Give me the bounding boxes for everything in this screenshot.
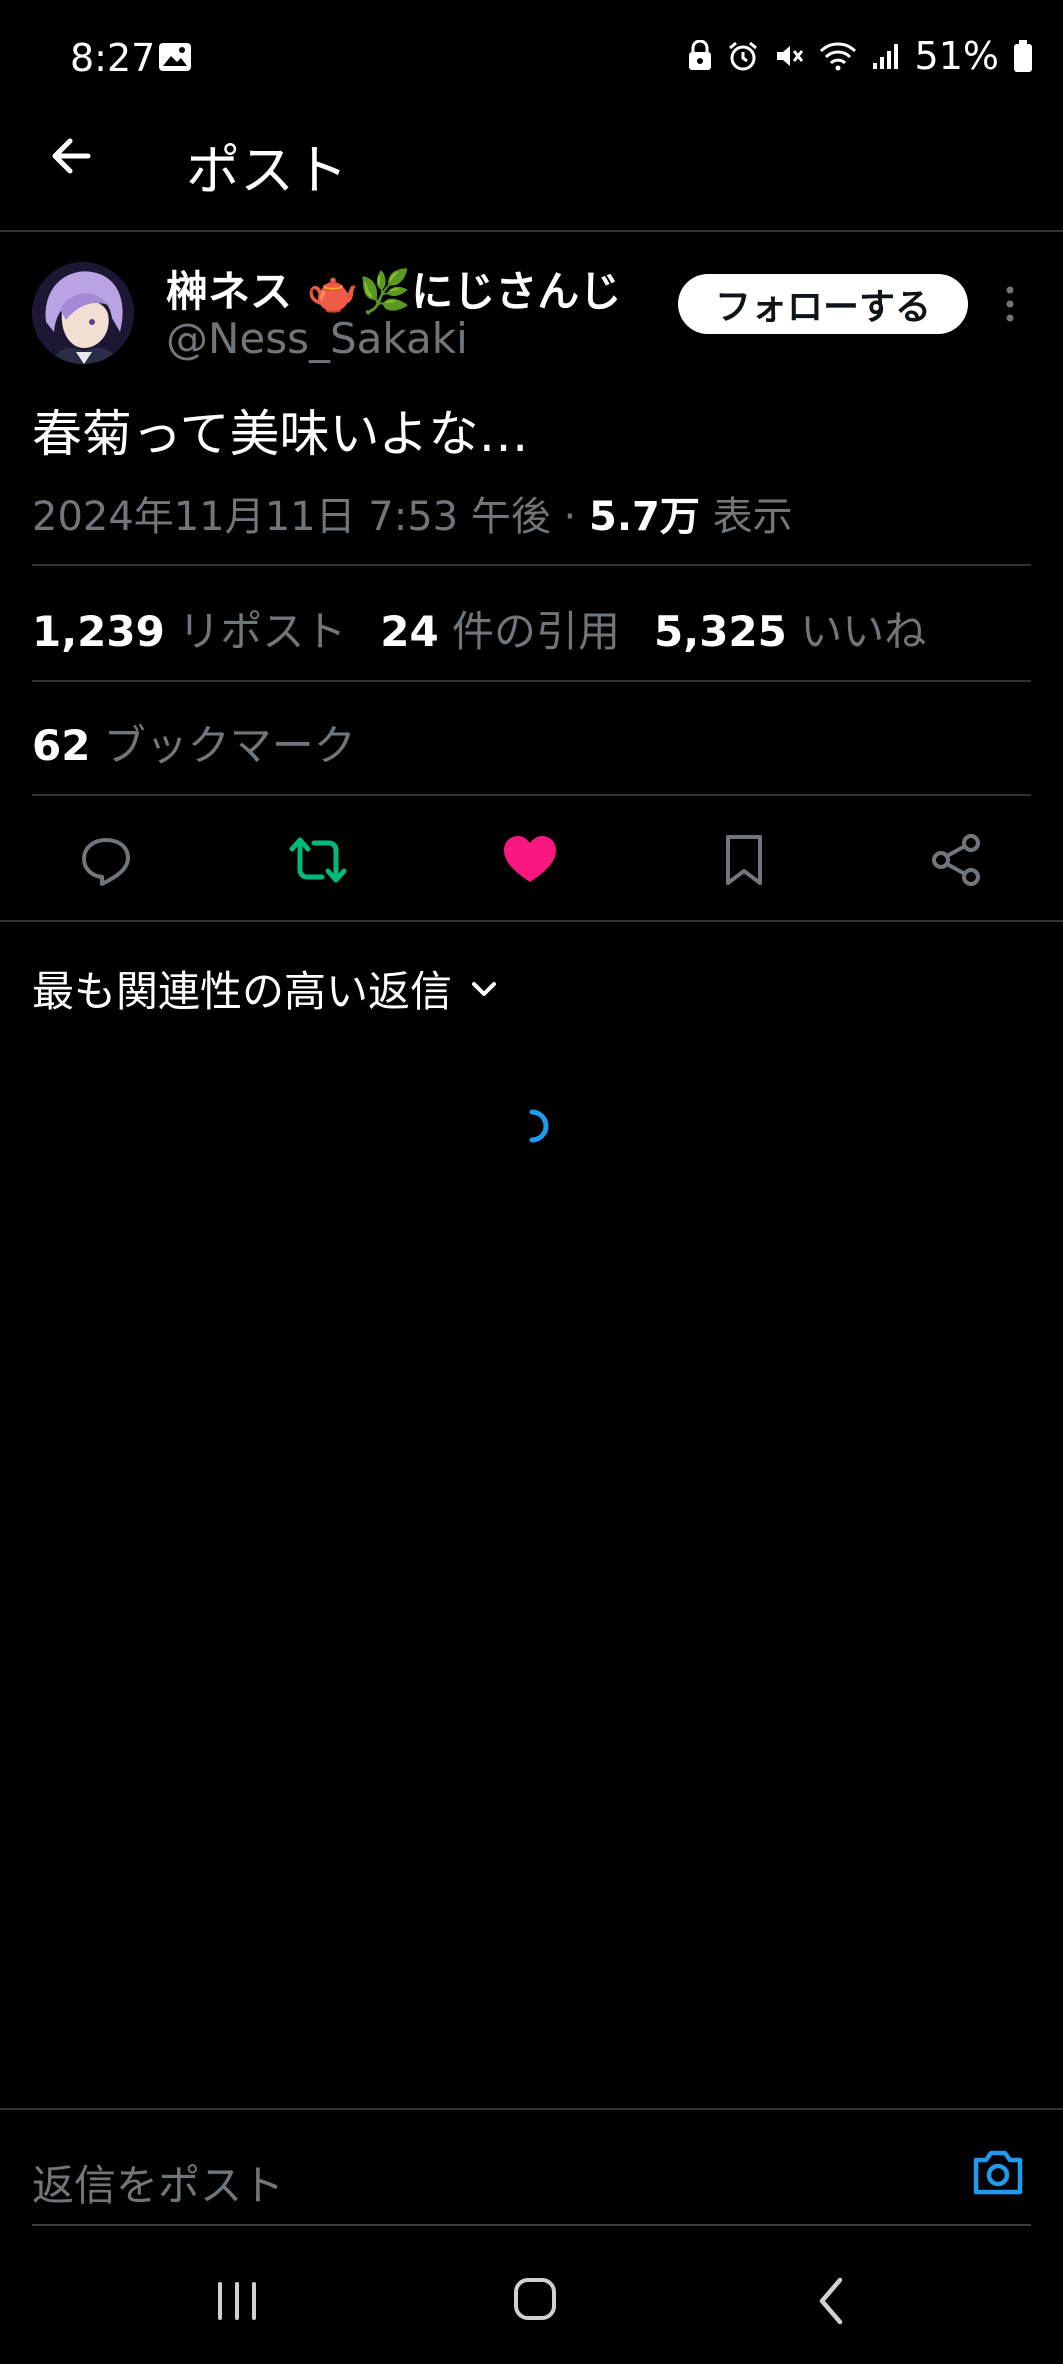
mute-icon [773,40,805,72]
page-title: ポスト [186,139,348,202]
quotes-label: 件の引用 [438,607,621,656]
quotes-stat[interactable]: 24 件の引用 [380,607,620,656]
reply-input[interactable]: 返信をポスト [32,2152,284,2213]
post-meta: 2024年11月11日 7:53 午後 · 5.7万 表示 [32,484,793,542]
reposts-count: 1,239 [32,607,165,656]
arrow-left-icon [52,138,91,174]
signal-icon [871,41,901,71]
user-handle[interactable]: @Ness_Sakaki [166,314,468,363]
post-text: 春菊って美味いよな… [32,405,529,463]
reply-icon [82,838,130,886]
likes-stat[interactable]: 5,325 いいね [654,607,926,656]
reposts-stat[interactable]: 1,239 リポスト [32,607,346,656]
battery-percent: 51% [914,34,999,78]
alarm-icon [727,40,759,72]
battery-icon [1013,39,1033,73]
quotes-count: 24 [380,607,439,656]
status-icons: 51% [687,34,1033,78]
camera-icon [973,2150,1023,2195]
display-name[interactable]: 榊ネス 🫖🌿にじさんじ [166,258,621,319]
status-time: 8:27 [70,36,156,80]
system-back-button[interactable] [812,2276,852,2326]
reply-button[interactable] [76,830,136,890]
reposts-label: リポスト [164,607,347,656]
likes-count: 5,325 [654,607,787,656]
likes-label: いいね [786,607,927,656]
post-timestamp[interactable]: 2024年11月11日 7:53 午後 · [32,494,589,540]
reply-sort-selector[interactable]: 最も関連性の高い返信 [32,958,498,1019]
avatar[interactable] [32,262,134,364]
loading-spinner-icon [512,1106,552,1146]
image-icon [158,42,192,72]
follow-button[interactable]: フォローする [678,274,968,334]
repost-button[interactable] [288,830,348,890]
home-icon [514,2278,556,2320]
repost-icon [289,837,347,883]
vpn-lock-icon [687,40,713,72]
share-icon [932,834,980,886]
camera-button[interactable] [970,2146,1030,2202]
view-count: 5.7万 [589,494,700,540]
home-button[interactable] [512,2276,558,2322]
share-button[interactable] [926,830,986,890]
bookmark-button[interactable] [714,830,774,890]
like-button[interactable] [500,830,560,890]
chevron-down-icon [472,981,497,996]
like-icon [504,836,556,882]
more-options-button[interactable] [998,284,1022,324]
kebab-menu-icon [1006,286,1014,322]
bookmark-icon [726,835,762,885]
back-button[interactable] [44,128,100,184]
meta-divider [32,564,1031,566]
composer-top-divider [0,2108,1063,2110]
bookmarks-count: 62 [32,721,91,770]
stats-divider [32,680,1031,682]
actions-divider [0,920,1063,922]
wifi-icon [819,41,857,71]
bookmarks-stat[interactable]: 62 ブックマーク [32,712,356,773]
bookmarks-label: ブックマーク [90,721,356,770]
view-label: 表示 [699,494,793,540]
recent-apps-icon [218,2282,256,2320]
reply-sort-label: 最も関連性の高い返信 [32,967,453,1016]
chevron-left-icon [819,2277,843,2325]
composer-underline [32,2224,1031,2226]
bookmarks-divider [32,794,1031,796]
header-divider [0,230,1063,232]
engagement-stats: 1,239 リポスト 24 件の引用 5,325 いいね [32,598,926,659]
recent-apps-button[interactable] [214,2280,260,2322]
